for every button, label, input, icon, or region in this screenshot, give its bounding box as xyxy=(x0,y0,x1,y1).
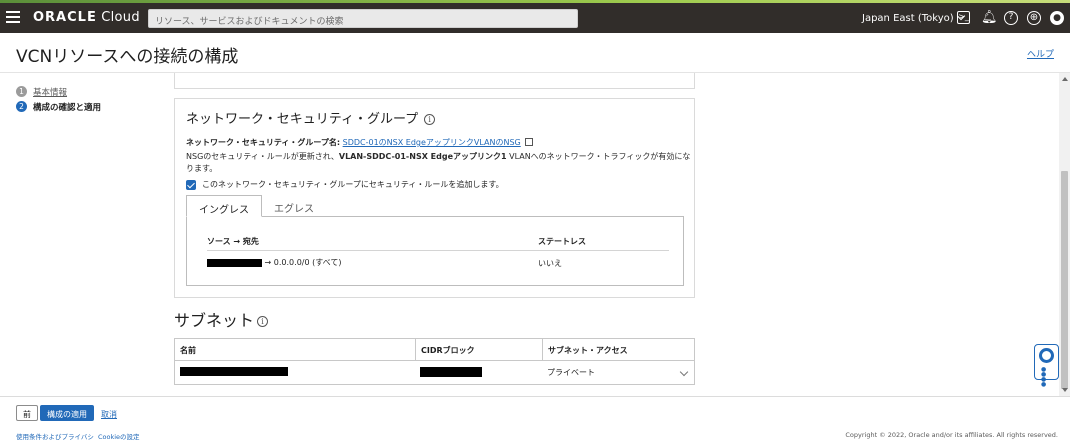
subnet-section-title: サブネット i xyxy=(174,307,269,331)
search-input[interactable]: リソース、サービスおよびドキュメントの検索 xyxy=(148,9,578,28)
nsg-section: ネットワーク・セキュリティ・グループ i ネットワーク・セキュリティ・グループ名:… xyxy=(174,98,695,298)
step-label: 基本情報 xyxy=(33,87,68,98)
previous-section-card xyxy=(174,73,695,89)
redacted-cidr xyxy=(420,367,482,377)
nsg-name-link[interactable]: SDDC-01のNSX EdgeアップリンクVLANのNSG xyxy=(343,138,521,147)
chevron-down-icon xyxy=(679,367,689,377)
rule-tabs: イングレス エグレス xyxy=(186,195,326,217)
copyright-text: Copyright © 2022, Oracle and/or its affi… xyxy=(845,431,1058,439)
nsg-description: NSGのセキュリティ・ルールが更新され、VLAN-SDDC-01-NSX Edg… xyxy=(186,152,691,173)
rule-stateless: いいえ xyxy=(538,259,562,268)
page-header: VCNリソースへの接続の構成 ヘルプ xyxy=(0,33,1070,73)
table-row: プライベート xyxy=(175,361,694,385)
table-row: → 0.0.0.0/0 (すべて) いいえ xyxy=(207,257,669,271)
help-widget[interactable]: ● ● ● ● xyxy=(1034,344,1059,388)
nsg-name-label: ネットワーク・セキュリティ・グループ名: xyxy=(186,138,341,147)
wizard-footer: 前 構成の適用 取消 xyxy=(0,396,1070,426)
scroll-down-arrow[interactable] xyxy=(1062,388,1068,392)
subnet-table-header: 名前 CIDRブロック サブネット・アクセス xyxy=(175,339,694,361)
cloud-shell-icon[interactable]: >_ xyxy=(957,11,970,24)
column-subnet-access: サブネット・アクセス xyxy=(542,339,696,360)
scroll-thumb[interactable] xyxy=(1061,171,1068,389)
subnet-name-cell xyxy=(175,361,415,385)
cookie-settings-link[interactable]: Cookieの設定 xyxy=(98,431,140,441)
nsg-section-title: ネットワーク・セキュリティ・グループ i xyxy=(186,108,436,127)
subnet-access-value: プライベート xyxy=(547,368,595,377)
info-icon[interactable]: i xyxy=(257,316,269,327)
vertical-scrollbar[interactable] xyxy=(1059,73,1070,396)
globe-icon[interactable]: ⊕ xyxy=(1027,11,1041,25)
terms-privacy-link[interactable]: 使用条件およびプライバシ xyxy=(16,431,94,441)
checkbox-label: このネットワーク・セキュリティ・グループにセキュリティ・ルールを追加します。 xyxy=(202,180,504,189)
external-link-icon[interactable] xyxy=(524,138,533,146)
previous-button[interactable]: 前 xyxy=(16,405,38,421)
subnet-access-select[interactable]: プライベート xyxy=(542,361,696,385)
step-number: 2 xyxy=(16,101,27,112)
legal-footer: 使用条件およびプライバシ Cookieの設定 Copyright © 2022,… xyxy=(0,428,1070,441)
redacted-subnet-name xyxy=(180,367,288,376)
nsg-name-row: ネットワーク・セキュリティ・グループ名: SDDC-01のNSX Edgeアップ… xyxy=(186,137,533,148)
top-navigation-bar: ORACLE Cloud リソース、サービスおよびドキュメントの検索 Japan… xyxy=(0,3,1070,33)
bell-icon[interactable]: 🔔︎ xyxy=(981,11,998,25)
step-number: 1 xyxy=(16,86,27,97)
oracle-cloud-logo[interactable]: ORACLE Cloud xyxy=(33,10,140,25)
scroll-up-arrow[interactable] xyxy=(1062,77,1068,81)
redacted-source xyxy=(207,258,262,267)
page-title: VCNリソースへの接続の構成 xyxy=(16,47,239,67)
tab-ingress[interactable]: イングレス xyxy=(186,195,262,217)
step-review-apply[interactable]: 2 構成の確認と適用 xyxy=(16,99,166,114)
rules-table-header: ソース → 宛先 ステートレス xyxy=(207,235,669,251)
step-basic-info[interactable]: 1 基本情報 xyxy=(16,84,166,99)
column-name: 名前 xyxy=(180,346,196,355)
user-icon[interactable]: ● xyxy=(1050,11,1064,25)
region-selector[interactable]: Japan East (Tokyo) xyxy=(862,11,965,24)
wizard-steps: 1 基本情報 2 構成の確認と適用 xyxy=(16,84,166,114)
subnet-cidr-cell xyxy=(415,361,542,385)
help-link[interactable]: ヘルプ xyxy=(1027,47,1054,60)
step-label: 構成の確認と適用 xyxy=(33,102,102,113)
add-rules-checkbox[interactable] xyxy=(186,179,196,190)
ingress-rules-panel: ソース → 宛先 ステートレス → 0.0.0.0/0 (すべて) いいえ xyxy=(186,216,684,286)
lifebuoy-icon xyxy=(1039,348,1054,363)
subnet-table: 名前 CIDRブロック サブネット・アクセス プライベート xyxy=(174,338,695,385)
add-rules-checkbox-row[interactable]: このネットワーク・セキュリティ・グループにセキュリティ・ルールを追加します。 xyxy=(186,179,504,190)
cancel-link[interactable]: 取消 xyxy=(101,405,117,421)
tab-egress[interactable]: エグレス xyxy=(262,195,326,217)
column-cidr: CIDRブロック xyxy=(415,339,542,360)
help-icon[interactable]: ? xyxy=(1004,11,1018,25)
menu-icon[interactable] xyxy=(6,11,20,23)
grid-dots-icon: ● ● ● ● xyxy=(1041,366,1048,388)
column-stateless: ステートレス xyxy=(538,237,586,246)
column-source-dest: ソース → 宛先 xyxy=(207,237,259,246)
info-icon[interactable]: i xyxy=(424,114,436,125)
apply-configuration-button[interactable]: 構成の適用 xyxy=(40,405,94,421)
rule-destination: → 0.0.0.0/0 (すべて) xyxy=(264,258,342,267)
